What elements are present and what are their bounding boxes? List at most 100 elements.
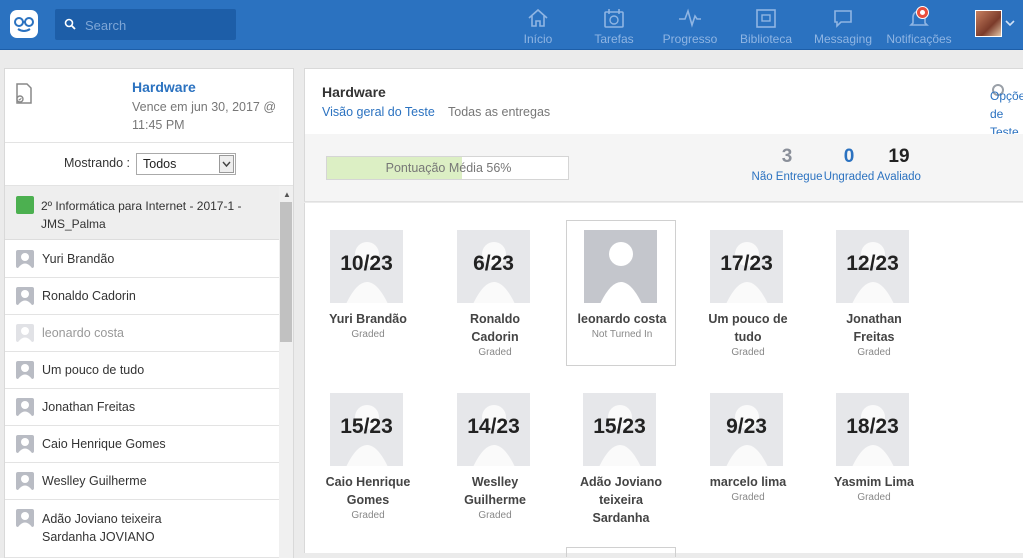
- select-arrow-icon[interactable]: [219, 155, 234, 173]
- average-score-label: Pontuação Média 56%: [385, 161, 512, 175]
- student-name: Ronaldo Cadorin: [42, 289, 136, 303]
- assignment-title[interactable]: Hardware: [132, 79, 196, 95]
- stat-label: Ungraded: [823, 171, 875, 183]
- filter-select-value: Todos: [143, 157, 177, 171]
- list-item[interactable]: Um pouco de tudo: [5, 352, 279, 389]
- student-card[interactable]: 12/23 Jonathan Freitas Graded: [819, 221, 929, 367]
- scroll-up-icon[interactable]: ▲: [283, 190, 291, 199]
- assignment-due-date: Vence em jun 30, 2017 @ 11:45 PM: [132, 100, 277, 132]
- chevron-down-icon[interactable]: [1005, 20, 1015, 27]
- calendar-check-icon: [604, 9, 624, 28]
- card-status: Graded: [351, 329, 385, 340]
- user-avatar-icon: [16, 324, 34, 342]
- list-item[interactable]: Yuri Brandão: [5, 241, 279, 278]
- student-card[interactable]: 15/23 Caio Henrique Gomes Graded: [313, 384, 423, 530]
- stat-label: Avaliado: [877, 171, 921, 183]
- scrollbar[interactable]: ▲: [279, 186, 293, 558]
- search-box: [55, 9, 236, 40]
- student-card[interactable]: 15/23 Adão Joviano teixeira Sardanha: [566, 384, 676, 530]
- nav-tarefas[interactable]: Tarefas: [592, 6, 636, 46]
- card-status: Graded: [731, 492, 765, 503]
- student-card[interactable]: 18/23 Yasmim Lima Graded: [819, 384, 929, 530]
- student-card[interactable]: [566, 547, 676, 557]
- stat-ungraded[interactable]: 0 Ungraded: [823, 146, 875, 183]
- home-icon: [528, 8, 548, 27]
- card-score: 9/23: [726, 415, 767, 438]
- divider: [5, 142, 293, 143]
- group-name: 2º Informática para Internet - 2017-1 - …: [41, 199, 242, 231]
- quiz-document-icon: [16, 83, 32, 104]
- list-item[interactable]: Weslley Guilherme: [5, 463, 279, 500]
- user-avatar-icon: [16, 361, 34, 379]
- user-avatar-icon: [16, 509, 34, 527]
- card-score: 18/23: [846, 415, 899, 438]
- student-card[interactable]: 14/23 Weslley Guilherme Graded: [440, 384, 550, 530]
- card-student-name: Caio Henrique Gomes: [325, 475, 411, 507]
- card-student-name: Um pouco de tudo: [708, 312, 788, 344]
- nav-biblioteca-label: Biblioteca: [739, 32, 793, 46]
- submissions-sidebar: Hardware Vence em jun 30, 2017 @ 11:45 P…: [4, 68, 294, 558]
- tab-overview[interactable]: Visão geral do Teste: [322, 105, 435, 119]
- user-avatar[interactable]: [975, 10, 1002, 37]
- card-student-name: marcelo lima: [709, 475, 787, 489]
- card-score: 12/23: [846, 252, 899, 275]
- card-score: 15/23: [340, 415, 393, 438]
- student-card[interactable]: 17/23 Um pouco de tudo Graded: [693, 221, 803, 367]
- notification-badge: [916, 6, 929, 19]
- nav-inicio[interactable]: Início: [517, 6, 559, 46]
- list-item[interactable]: Ronaldo Cadorin: [5, 278, 279, 315]
- card-score: 14/23: [467, 415, 520, 438]
- stat-value: 0: [843, 146, 855, 167]
- search-input[interactable]: [85, 15, 230, 35]
- card-student-name: leonardo costa: [577, 312, 667, 326]
- edmodo-logo-icon[interactable]: [10, 10, 38, 38]
- quiz-options-link[interactable]: Opções de Teste: [990, 87, 1023, 141]
- quiz-header: Hardware Visão geral do Teste Todas as e…: [304, 68, 1023, 139]
- list-item[interactable]: Caio Henrique Gomes: [5, 426, 279, 463]
- student-name: Jonathan Freitas: [42, 400, 136, 414]
- nav-biblioteca[interactable]: Biblioteca: [738, 6, 794, 46]
- nav-tarefas-label: Tarefas: [594, 32, 634, 46]
- user-avatar-icon: [16, 250, 34, 268]
- list-item[interactable]: Jonathan Freitas: [5, 389, 279, 426]
- card-score: 17/23: [720, 252, 773, 275]
- pulse-icon: [679, 8, 701, 28]
- stat-value: 19: [888, 146, 910, 167]
- card-avatar: 18/23: [836, 393, 909, 466]
- user-avatar-icon: [16, 435, 34, 453]
- card-status: Not Turned In: [591, 329, 653, 340]
- student-name: leonardo costa: [42, 326, 125, 340]
- student-card[interactable]: leonardo costa Not Turned In: [566, 220, 676, 366]
- card-student-name: Ronaldo Cadorin: [470, 312, 520, 344]
- card-avatar: 15/23: [583, 393, 656, 466]
- student-card[interactable]: 6/23 Ronaldo Cadorin Graded: [440, 221, 550, 367]
- group-item[interactable]: 2º Informática para Internet - 2017-1 - …: [5, 186, 279, 240]
- card-avatar: 6/23: [457, 230, 530, 303]
- stat-label: Não Entregue: [751, 171, 823, 183]
- card-score: 15/23: [593, 415, 646, 438]
- card-avatar: 12/23: [836, 230, 909, 303]
- nav-progresso-label: Progresso: [662, 32, 718, 46]
- student-name: Um pouco de tudo: [42, 363, 145, 377]
- student-name: Weslley Guilherme: [42, 474, 147, 488]
- tab-all-submissions[interactable]: Todas as entregas: [448, 105, 550, 119]
- card-avatar: [584, 230, 657, 303]
- list-item[interactable]: Adão Joviano teixeira Sardanha JOVIANO: [5, 500, 279, 558]
- card-status: Graded: [731, 347, 765, 358]
- student-card[interactable]: 10/23 Yuri Brandão Graded: [313, 221, 423, 367]
- stat-graded[interactable]: 19 Avaliado: [875, 146, 923, 183]
- scrollbar-thumb[interactable]: [280, 202, 292, 342]
- nav-messaging[interactable]: Messaging: [813, 6, 873, 46]
- list-item[interactable]: leonardo costa: [5, 315, 279, 352]
- card-score: 10/23: [340, 252, 393, 275]
- card-student-name: Weslley Guilherme: [464, 475, 526, 507]
- stat-not-turned-in[interactable]: 3 Não Entregue: [751, 146, 823, 183]
- nav-progresso[interactable]: Progresso: [662, 6, 718, 46]
- card-avatar: 9/23: [710, 393, 783, 466]
- nav-notificacoes[interactable]: Notificações: [886, 6, 952, 46]
- card-student-name: Yasmim Lima: [834, 475, 914, 489]
- card-status: Graded: [351, 510, 385, 521]
- filter-select[interactable]: Todos: [136, 153, 236, 175]
- student-name: Caio Henrique Gomes: [42, 437, 166, 451]
- student-card[interactable]: 9/23 marcelo lima Graded: [693, 384, 803, 530]
